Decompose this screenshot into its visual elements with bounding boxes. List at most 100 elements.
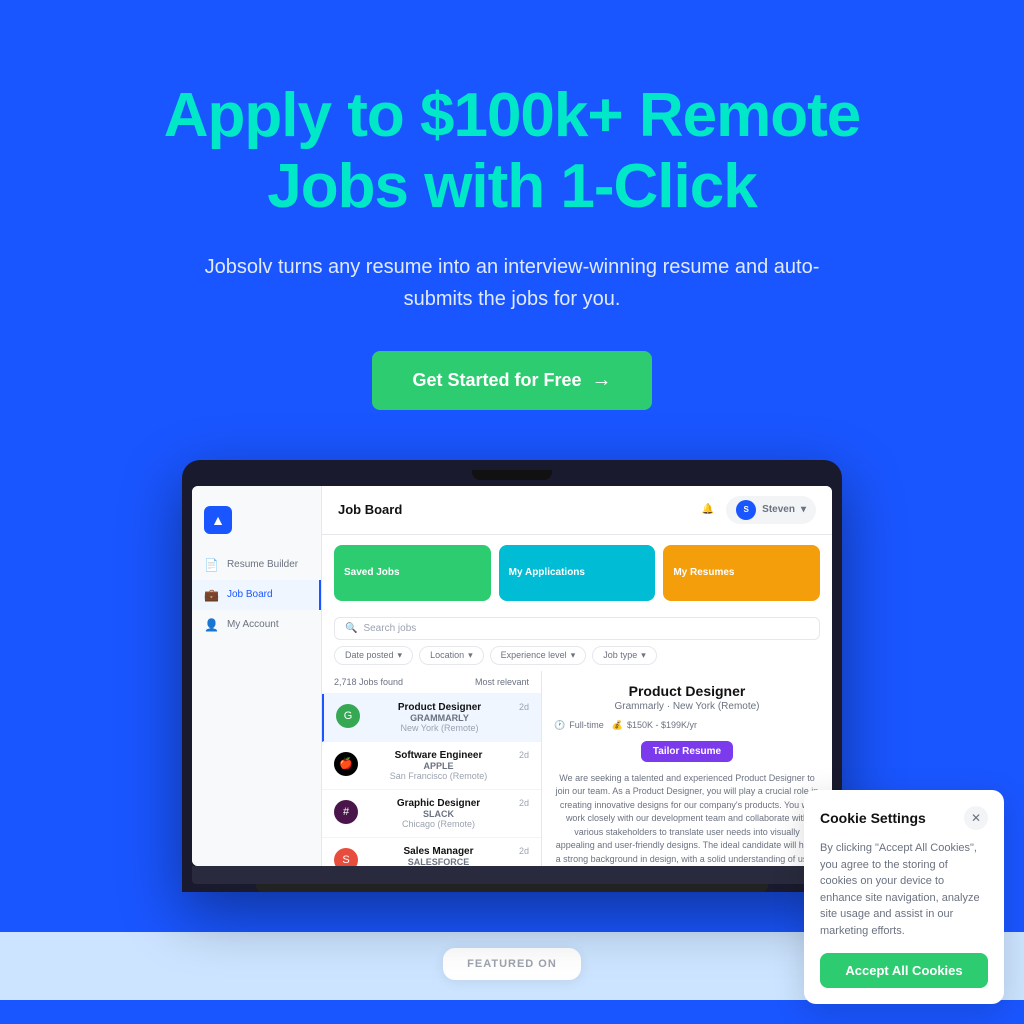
filter-jobtype[interactable]: Job type ▾ — [592, 646, 657, 665]
filter-location[interactable]: Location ▾ — [419, 646, 484, 665]
jobboard-icon: 💼 — [204, 588, 219, 602]
accept-cookies-label: Accept All Cookies — [845, 963, 962, 978]
account-icon: 👤 — [204, 618, 219, 632]
jobs-list: 2,718 Jobs found Most relevant G Product… — [322, 671, 542, 866]
laptop-body: ▲ 📄 Resume Builder 💼 Job Board 👤 My — [182, 460, 842, 892]
job-company-3: SALESFORCE — [366, 857, 511, 866]
cookie-text: By clicking "Accept All Cookies", you ag… — [820, 840, 988, 939]
hero-title: Apply to $100k+ Remote Jobs with 1-Click — [100, 80, 924, 223]
filter-jobtype-chevron: ▾ — [641, 650, 646, 661]
sidebar-logo: ▲ — [192, 506, 321, 550]
app-header: Job Board 🔔 S Steven ▾ — [322, 486, 832, 535]
laptop-mockup: ▲ 📄 Resume Builder 💼 Job Board 👤 My — [100, 460, 924, 892]
app-sidebar: ▲ 📄 Resume Builder 💼 Job Board 👤 My — [192, 486, 322, 866]
detail-description: We are seeking a talented and experience… — [554, 772, 820, 866]
user-name: Steven — [762, 504, 795, 515]
job-detail-panel: Product Designer Grammarly · New York (R… — [542, 671, 832, 866]
job-age-2: 2d — [519, 798, 529, 808]
filter-location-chevron: ▾ — [468, 650, 473, 661]
job-title-2: Graphic Designer — [366, 798, 511, 809]
job-company-2: SLACK — [366, 809, 511, 819]
filter-date[interactable]: Date posted ▾ — [334, 646, 413, 665]
job-title-0: Product Designer — [368, 702, 511, 713]
hero-subtitle: Jobsolv turns any resume into an intervi… — [192, 251, 832, 315]
job-row-1[interactable]: 🍎 Software Engineer APPLE San Francisco … — [322, 742, 541, 790]
my-resumes-card[interactable]: My Resumes — [663, 545, 820, 601]
sidebar-item-job-board[interactable]: 💼 Job Board — [192, 580, 321, 610]
laptop-base — [192, 866, 832, 884]
filter-experience[interactable]: Experience level ▾ — [490, 646, 587, 665]
laptop-screen: ▲ 📄 Resume Builder 💼 Job Board 👤 My — [192, 486, 832, 866]
header-right: 🔔 S Steven ▾ — [702, 496, 816, 524]
job-title-3: Sales Manager — [366, 846, 511, 857]
logo-icon: ▲ — [204, 506, 232, 534]
jobs-count: 2,718 Jobs found — [334, 677, 403, 687]
job-icon-grammarly: G — [336, 704, 360, 728]
chevron-down-icon: ▾ — [801, 504, 806, 515]
job-location-0: New York (Remote) — [368, 723, 511, 733]
tailor-resume-button[interactable]: Tailor Resume — [641, 741, 733, 762]
saved-jobs-card[interactable]: Saved Jobs — [334, 545, 491, 601]
job-age-1: 2d — [519, 750, 529, 760]
sidebar-item-my-account[interactable]: 👤 My Account — [192, 610, 321, 640]
job-row-0[interactable]: G Product Designer GRAMMARLY New York (R… — [322, 694, 541, 742]
job-icon-apple: 🍎 — [334, 752, 358, 776]
detail-tag-type: 🕐 Full-time — [554, 720, 604, 731]
cookie-close-button[interactable]: ✕ — [964, 806, 988, 830]
salary-icon: 💰 — [612, 720, 623, 731]
search-placeholder: Search jobs — [363, 623, 416, 634]
saved-jobs-label: Saved Jobs — [344, 567, 400, 578]
job-row-2[interactable]: # Graphic Designer SLACK Chicago (Remote… — [322, 790, 541, 838]
cookie-title: Cookie Settings — [820, 810, 926, 826]
sidebar-label-jobboard: Job Board — [227, 589, 273, 600]
my-resumes-label: My Resumes — [673, 567, 734, 578]
detail-tag-fulltime: Full-time — [569, 720, 604, 730]
bell-icon: 🔔 — [702, 504, 714, 515]
tailor-btn-label: Tailor Resume — [653, 746, 721, 757]
accept-cookies-button[interactable]: Accept All Cookies — [820, 953, 988, 988]
detail-meta: Grammarly · New York (Remote) — [554, 701, 820, 712]
job-info-2: Graphic Designer SLACK Chicago (Remote) — [366, 798, 511, 829]
filter-date-label: Date posted — [345, 650, 394, 660]
job-info-0: Product Designer GRAMMARLY New York (Rem… — [368, 702, 511, 733]
app-main: Job Board 🔔 S Steven ▾ — [322, 486, 832, 866]
my-applications-label: My Applications — [509, 567, 585, 578]
job-age-3: 2d — [519, 846, 529, 856]
sidebar-item-resume-builder[interactable]: 📄 Resume Builder — [192, 550, 321, 580]
detail-tag-salary: 💰 $150K - $199K/yr — [612, 720, 697, 731]
job-info-3: Sales Manager SALESFORCE Austin (Remote) — [366, 846, 511, 866]
search-box[interactable]: 🔍 Search jobs — [334, 617, 820, 640]
featured-label: FEATURED ON — [467, 958, 557, 970]
filter-experience-label: Experience level — [501, 650, 567, 660]
sidebar-label-account: My Account — [227, 619, 279, 630]
cta-arrow-icon: → — [592, 369, 612, 392]
my-applications-card[interactable]: My Applications — [499, 545, 656, 601]
laptop-foot — [256, 884, 768, 892]
job-row-3[interactable]: S Sales Manager SALESFORCE Austin (Remot… — [322, 838, 541, 866]
filter-experience-chevron: ▾ — [571, 650, 576, 661]
search-area: 🔍 Search jobs — [322, 611, 832, 646]
avatar: S — [736, 500, 756, 520]
resume-icon: 📄 — [204, 558, 219, 572]
search-icon: 🔍 — [345, 623, 357, 634]
detail-tag-salary-value: $150K - $199K/yr — [627, 720, 697, 730]
detail-tags: 🕐 Full-time 💰 $150K - $199K/yr — [554, 720, 820, 731]
job-company-0: GRAMMARLY — [368, 713, 511, 723]
sort-label: Most relevant — [475, 677, 529, 687]
job-icon-slack: # — [334, 800, 358, 824]
sidebar-label-resume: Resume Builder — [227, 559, 298, 570]
cookie-banner: Cookie Settings ✕ By clicking "Accept Al… — [804, 790, 1004, 1004]
job-location-2: Chicago (Remote) — [366, 819, 511, 829]
cookie-header: Cookie Settings ✕ — [820, 806, 988, 830]
close-icon: ✕ — [971, 811, 981, 825]
cards-row: Saved Jobs My Applications My Resumes — [322, 535, 832, 611]
filter-chevron-icon: ▾ — [398, 650, 403, 661]
featured-box: FEATURED ON — [443, 948, 581, 980]
cta-button[interactable]: Get Started for Free → — [372, 351, 651, 410]
fulltime-icon: 🕐 — [554, 720, 565, 731]
job-location-1: San Francisco (Remote) — [366, 771, 511, 781]
job-age-0: 2d — [519, 702, 529, 712]
cta-label: Get Started for Free — [412, 370, 581, 391]
jobs-list-header: 2,718 Jobs found Most relevant — [322, 671, 541, 694]
job-title-1: Software Engineer — [366, 750, 511, 761]
